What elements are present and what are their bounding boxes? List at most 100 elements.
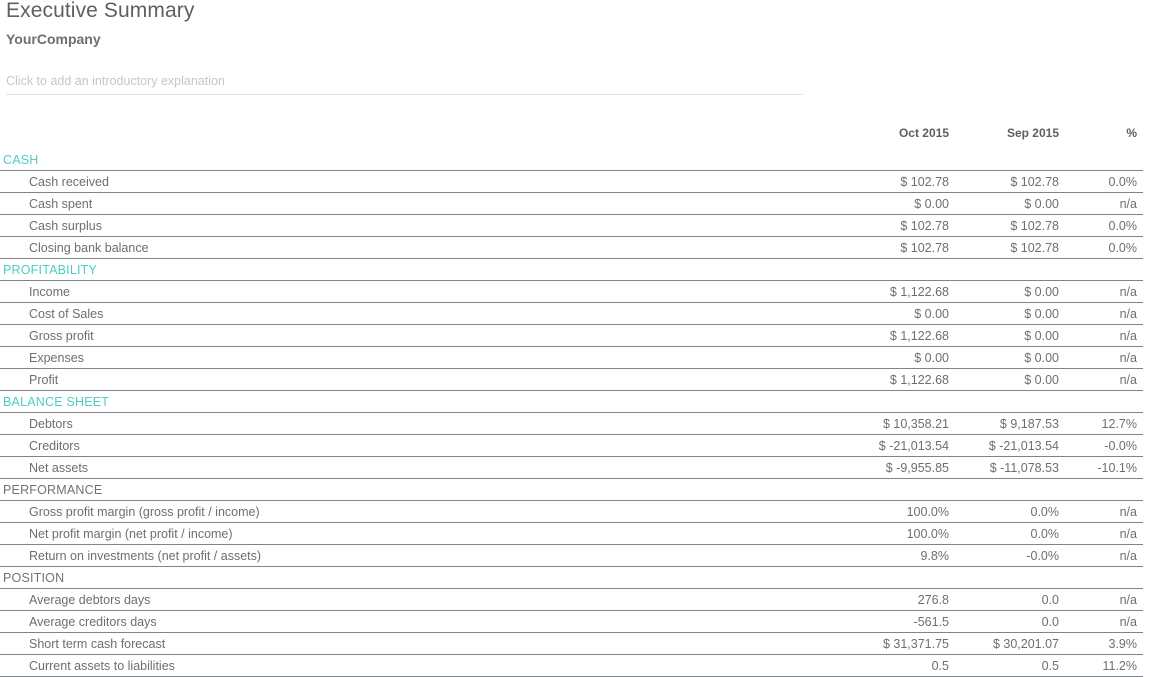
company-name: YourCompany xyxy=(6,31,101,47)
cell-current-period: $ 10,358.21 xyxy=(845,412,955,435)
cell-current-period: 276.8 xyxy=(845,588,955,611)
row-label: Gross profit xyxy=(0,324,845,347)
table-body: CASH Cash received $ 102.78 $ 102.78 0.0% Cas… xyxy=(0,149,1143,677)
cell-current-period: 9.8% xyxy=(845,544,955,567)
row-label: Cost of Sales xyxy=(0,302,845,325)
column-header-previous-period: Sep 2015 xyxy=(1006,126,1059,140)
cell-previous-period: $ 9,187.53 xyxy=(955,412,1065,435)
section-title: POSITION xyxy=(3,570,65,585)
table-row[interactable]: Current assets to liabilities 0.5 0.5 11.2% xyxy=(0,654,1143,677)
cell-percent-change: 0.0% xyxy=(1065,236,1143,259)
row-label: Closing bank balance xyxy=(0,236,845,259)
cell-previous-period: $ 102.78 xyxy=(955,236,1065,259)
table-row[interactable]: Income $ 1,122.68 $ 0.00 n/a xyxy=(0,280,1143,303)
table-row[interactable]: Short term cash forecast $ 31,371.75 $ 30,… xyxy=(0,632,1143,655)
cell-previous-period: $ 0.00 xyxy=(955,302,1065,325)
cell-current-period: $ -9,955.85 xyxy=(845,456,955,479)
table-row[interactable]: Cost of Sales $ 0.00 $ 0.00 n/a xyxy=(0,302,1143,325)
section-header-row: PERFORMANCE xyxy=(0,479,1143,501)
cell-current-period: $ 1,122.68 xyxy=(845,368,955,391)
cell-current-period: $ 0.00 xyxy=(845,346,955,369)
row-label: Expenses xyxy=(0,346,845,369)
cell-percent-change: 12.7% xyxy=(1065,412,1143,435)
row-label: Short term cash forecast xyxy=(0,632,845,655)
cell-percent-change: 11.2% xyxy=(1065,654,1143,677)
table-row[interactable]: Debtors $ 10,358.21 $ 9,187.53 12.7% xyxy=(0,412,1143,435)
row-label: Gross profit margin (gross profit / inco… xyxy=(0,500,845,523)
cell-percent-change: n/a xyxy=(1065,588,1143,611)
section-header-row: POSITION xyxy=(0,567,1143,589)
cell-percent-change: n/a xyxy=(1065,544,1143,567)
row-label: Cash surplus xyxy=(0,214,845,237)
cell-current-period: $ 31,371.75 xyxy=(845,632,955,655)
row-label: Income xyxy=(0,280,845,303)
section-header-row: CASH xyxy=(0,149,1143,171)
section-title: PERFORMANCE xyxy=(3,482,103,497)
table-row[interactable]: Cash spent $ 0.00 $ 0.00 n/a xyxy=(0,192,1143,215)
cell-previous-period: $ 0.00 xyxy=(955,346,1065,369)
column-header-percent-change: % xyxy=(1126,126,1137,140)
cell-current-period: $ 1,122.68 xyxy=(845,280,955,303)
table-row[interactable]: Return on investments (net profit / asse… xyxy=(0,544,1143,567)
cell-percent-change: -0.0% xyxy=(1065,434,1143,457)
column-header-label xyxy=(0,126,845,149)
cell-percent-change: n/a xyxy=(1065,346,1143,369)
cell-current-period: $ 102.78 xyxy=(845,236,955,259)
financial-summary-table: Oct 2015 Sep 2015 % CASH Cash received $ 1… xyxy=(0,126,1143,677)
section-header-row: PROFITABILITY xyxy=(0,259,1143,281)
cell-previous-period: 0.0 xyxy=(955,588,1065,611)
cell-previous-period: $ 102.78 xyxy=(955,170,1065,193)
cell-percent-change: 0.0% xyxy=(1065,170,1143,193)
row-label: Cash received xyxy=(0,170,845,193)
cell-previous-period: -0.0% xyxy=(955,544,1065,567)
row-label: Cash spent xyxy=(0,192,845,215)
cell-percent-change: n/a xyxy=(1065,368,1143,391)
table-row[interactable]: Cash surplus $ 102.78 $ 102.78 0.0% xyxy=(0,214,1143,237)
table-row[interactable]: Creditors $ -21,013.54 $ -21,013.54 -0.0% xyxy=(0,434,1143,457)
cell-current-period: $ 0.00 xyxy=(845,192,955,215)
cell-percent-change: -10.1% xyxy=(1065,456,1143,479)
cell-current-period: $ 102.78 xyxy=(845,214,955,237)
cell-percent-change: n/a xyxy=(1065,302,1143,325)
table-row[interactable]: Gross profit $ 1,122.68 $ 0.00 n/a xyxy=(0,324,1143,347)
cell-current-period: $ 1,122.68 xyxy=(845,324,955,347)
page-title: Executive Summary xyxy=(6,0,195,22)
cell-percent-change: 0.0% xyxy=(1065,214,1143,237)
row-label: Return on investments (net profit / asse… xyxy=(0,544,845,567)
row-label: Net assets xyxy=(0,456,845,479)
cell-current-period: 0.5 xyxy=(845,654,955,677)
section-header-row: BALANCE SHEET xyxy=(0,391,1143,413)
column-header-current-period: Oct 2015 xyxy=(898,126,949,140)
row-label: Net profit margin (net profit / income) xyxy=(0,522,845,545)
cell-previous-period: $ 0.00 xyxy=(955,368,1065,391)
cell-current-period: 100.0% xyxy=(845,522,955,545)
cell-percent-change: n/a xyxy=(1065,280,1143,303)
row-label: Average debtors days xyxy=(0,588,845,611)
cell-percent-change: n/a xyxy=(1065,324,1143,347)
intro-explanation-input[interactable]: Click to add an introductory explanation xyxy=(6,74,803,95)
table-row[interactable]: Average debtors days 276.8 0.0 n/a xyxy=(0,588,1143,611)
cell-percent-change: 3.9% xyxy=(1065,632,1143,655)
cell-previous-period: $ 30,201.07 xyxy=(955,632,1065,655)
table-row[interactable]: Expenses $ 0.00 $ 0.00 n/a xyxy=(0,346,1143,369)
table-row[interactable]: Closing bank balance $ 102.78 $ 102.78 0.0% xyxy=(0,236,1143,259)
table-row[interactable]: Cash received $ 102.78 $ 102.78 0.0% xyxy=(0,170,1143,193)
row-label: Creditors xyxy=(0,434,845,457)
cell-previous-period: 0.0% xyxy=(955,522,1065,545)
table-row[interactable]: Net assets $ -9,955.85 $ -11,078.53 -10.1% xyxy=(0,456,1143,479)
section-title: BALANCE SHEET xyxy=(3,394,110,409)
cell-previous-period: $ 102.78 xyxy=(955,214,1065,237)
table-row[interactable]: Net profit margin (net profit / income) 1… xyxy=(0,522,1143,545)
table-header: Oct 2015 Sep 2015 % xyxy=(0,126,1143,149)
cell-percent-change: n/a xyxy=(1065,500,1143,523)
section-title: CASH xyxy=(3,152,39,167)
cell-previous-period: $ -21,013.54 xyxy=(955,434,1065,457)
cell-previous-period: $ 0.00 xyxy=(955,192,1065,215)
section-title: PROFITABILITY xyxy=(3,262,98,277)
table-header-row: Oct 2015 Sep 2015 % xyxy=(0,126,1143,149)
table-row[interactable]: Gross profit margin (gross profit / inco… xyxy=(0,500,1143,523)
cell-previous-period: 0.5 xyxy=(955,654,1065,677)
row-label: Profit xyxy=(0,368,845,391)
cell-current-period: $ 0.00 xyxy=(845,302,955,325)
table-row[interactable]: Profit $ 1,122.68 $ 0.00 n/a xyxy=(0,368,1143,391)
